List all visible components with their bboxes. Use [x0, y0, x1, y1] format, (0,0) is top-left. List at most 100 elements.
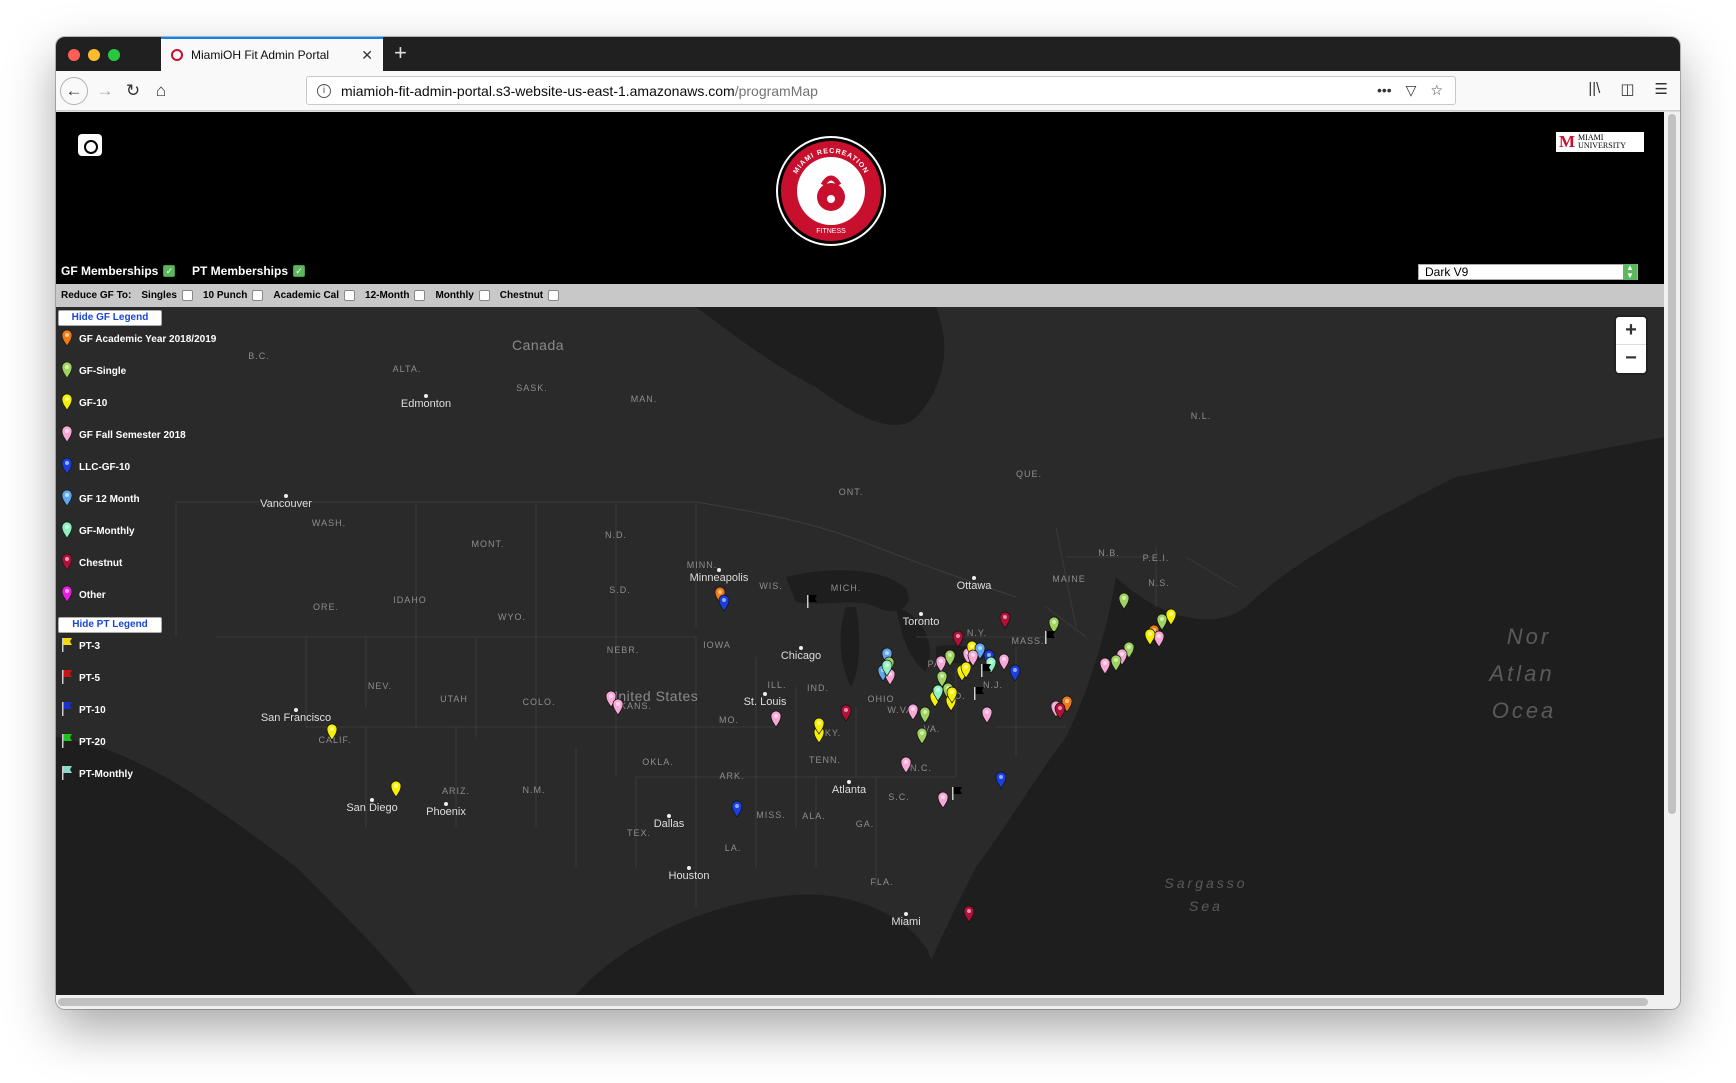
reduce-option-10-punch[interactable]: 10 Punch: [203, 290, 264, 301]
reduce-option-12-month[interactable]: 12-Month: [365, 290, 426, 301]
select-arrow-icon: ▲ ▼: [1623, 264, 1637, 280]
svg-text:OKLA.: OKLA.: [642, 757, 674, 767]
svg-text:MICH.: MICH.: [831, 583, 862, 593]
page-actions-icon[interactable]: •••: [1377, 82, 1392, 99]
url-bar[interactable]: i miamioh-fit-admin-portal.s3-website-us…: [306, 76, 1456, 105]
region-label: QUE.: [1016, 469, 1041, 479]
checkbox[interactable]: [548, 290, 560, 301]
region-label: N.S.: [1148, 578, 1169, 588]
hide-pt-legend-button[interactable]: Hide PT Legend: [58, 617, 162, 633]
ocean-label: Ocea: [1492, 698, 1554, 723]
svg-text:Sea: Sea: [1189, 898, 1223, 914]
region-label: N.Y.: [967, 628, 987, 638]
bookmark-star-icon[interactable]: ☆: [1430, 82, 1443, 99]
reduce-option-monthly[interactable]: Monthly: [435, 290, 490, 301]
horizontal-scrollbar[interactable]: [56, 995, 1680, 1009]
legend-label: PT-5: [79, 673, 101, 684]
svg-text:Edmonton: Edmonton: [401, 398, 451, 410]
region-label: N.B.: [1098, 548, 1119, 558]
map-style-select[interactable]: Dark V9 ▲ ▼: [1418, 264, 1638, 280]
svg-text:Houston: Houston: [669, 870, 710, 882]
svg-text:CALIF.: CALIF.: [318, 735, 351, 745]
region-label: MASS.: [1011, 636, 1044, 646]
zoom-out-button[interactable]: −: [1616, 345, 1646, 373]
library-icon[interactable]: ||\: [1588, 80, 1600, 98]
svg-text:SASK.: SASK.: [516, 383, 548, 393]
region-label: WIS.: [759, 581, 783, 591]
close-window-button[interactable]: [68, 49, 80, 61]
region-label: TENN.: [809, 755, 840, 765]
gf-memberships-checkbox[interactable]: ✓: [163, 265, 176, 277]
favicon-icon: [171, 49, 183, 61]
forward-button[interactable]: →: [92, 78, 118, 104]
hide-gf-legend-button[interactable]: Hide GF Legend: [58, 310, 162, 326]
checkbox[interactable]: [252, 290, 264, 301]
region-label: N.C.: [910, 763, 931, 773]
svg-text:WIS.: WIS.: [759, 581, 783, 591]
country-label: Canada: [512, 337, 564, 353]
map-pin-icon: [61, 393, 79, 414]
svg-text:ILL.: ILL.: [767, 680, 786, 690]
svg-text:N.J.: N.J.: [983, 680, 1003, 690]
checkbox[interactable]: [478, 290, 490, 301]
gf-legend-item: GF-Single: [61, 361, 126, 382]
region-label: ARK.: [719, 771, 743, 781]
scroll-thumb[interactable]: [58, 998, 1648, 1006]
svg-text:St. Louis: St. Louis: [744, 696, 787, 708]
reduce-option-chestnut[interactable]: Chestnut: [500, 290, 560, 301]
home-button[interactable]: ⌂: [148, 78, 174, 104]
pocket-icon[interactable]: ▽: [1406, 82, 1417, 99]
reduce-option-academic-cal[interactable]: Academic Cal: [273, 290, 356, 301]
maximize-window-button[interactable]: [108, 49, 120, 61]
reduce-gf-label: Reduce GF To:: [61, 290, 132, 301]
svg-text:NEV.: NEV.: [368, 681, 392, 691]
checkbox[interactable]: [414, 290, 426, 301]
page-header: MIAMI RECREATION FITNESS M MIAMI UNIVERS…: [56, 112, 1664, 284]
svg-text:N.M.: N.M.: [523, 785, 546, 795]
map-style-value: Dark V9: [1425, 265, 1469, 279]
flag-icon: [61, 701, 79, 720]
map-canvas[interactable]: CanadaUnited StatesNorAtlanOceaSargassoS…: [56, 307, 1664, 995]
minimize-window-button[interactable]: [88, 49, 100, 61]
tab-close-icon[interactable]: ✕: [361, 47, 373, 64]
back-button[interactable]: ←: [60, 77, 88, 105]
zoom-in-button[interactable]: +: [1616, 317, 1646, 345]
vertical-scrollbar[interactable]: [1664, 112, 1680, 995]
pt-memberships-toggle[interactable]: PT Memberships ✓: [192, 264, 306, 278]
url-path: /programMap: [734, 82, 818, 99]
tab-active[interactable]: MiamiOH Fit Admin Portal ✕: [161, 37, 383, 71]
gf-legend-item: GF 12 Month: [61, 489, 140, 510]
info-icon[interactable]: i: [317, 83, 331, 98]
svg-text:OHIO: OHIO: [867, 694, 894, 704]
reload-button[interactable]: ↻: [120, 78, 146, 104]
region-label: B.C.: [248, 351, 269, 361]
gf-legend-item: Other: [61, 585, 106, 606]
scroll-thumb[interactable]: [1668, 114, 1676, 814]
legend-label: GF-10: [79, 398, 108, 409]
screenshot-camera-icon[interactable]: [78, 134, 102, 156]
checkbox[interactable]: [344, 290, 356, 301]
region-label: MISS.: [756, 810, 785, 820]
sidebar-icon[interactable]: ◫: [1620, 80, 1634, 98]
menu-icon[interactable]: ☰: [1655, 80, 1668, 98]
pt-memberships-checkbox[interactable]: ✓: [293, 265, 306, 277]
program-map[interactable]: Canada United States Nor Atlan Ocea Sargasso S…: [56, 307, 1664, 995]
region-label: IDAHO: [393, 595, 426, 605]
reduce-option-singles[interactable]: Singles: [141, 290, 193, 301]
region-label: SASK.: [516, 383, 548, 393]
svg-text:IOWA: IOWA: [703, 640, 731, 650]
gf-memberships-toggle[interactable]: GF Memberships ✓: [61, 264, 176, 278]
svg-text:WASH.: WASH.: [312, 518, 346, 528]
legend-label: PT-10: [79, 705, 106, 716]
svg-text:Miami: Miami: [891, 916, 920, 928]
checkbox[interactable]: [181, 290, 193, 301]
svg-text:San Diego: San Diego: [346, 802, 397, 814]
svg-text:MASS.: MASS.: [1011, 636, 1044, 646]
svg-text:LA.: LA.: [725, 843, 742, 853]
svg-text:Ottawa: Ottawa: [957, 580, 993, 592]
region-label: MINN.: [687, 560, 717, 570]
region-label: FLA.: [870, 877, 892, 887]
flag-icon: [61, 669, 79, 688]
new-tab-button[interactable]: +: [394, 41, 407, 65]
svg-text:N.Y.: N.Y.: [967, 628, 987, 638]
